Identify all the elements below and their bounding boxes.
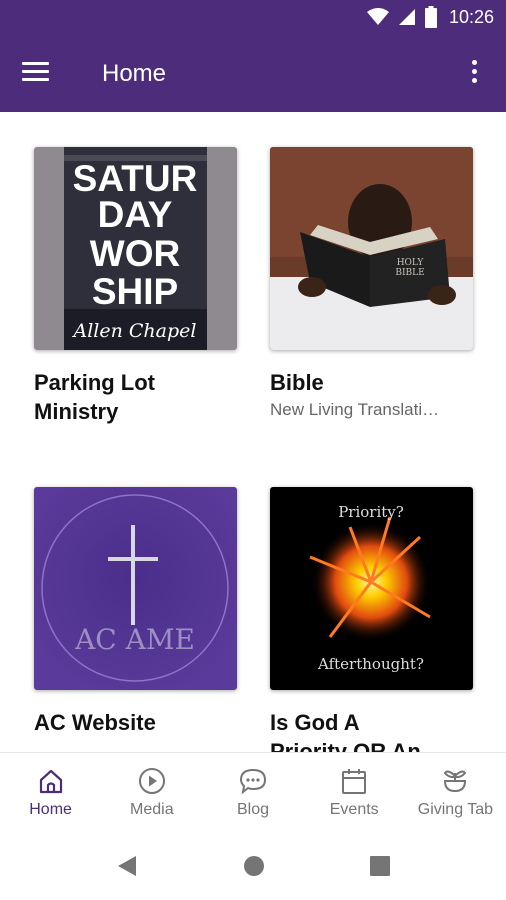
card-title-line: Priority OR An…: [270, 739, 443, 752]
back-icon[interactable]: [116, 854, 138, 878]
recents-icon[interactable]: [369, 854, 391, 878]
cellular-signal-icon: [398, 9, 415, 25]
sprout-icon: [444, 770, 467, 793]
image-bottom-text: Afterthought?: [317, 655, 424, 673]
battery-icon: [424, 6, 437, 28]
card-parking-lot-ministry[interactable]: SATUR DAY WOR SHIP Allen Chapel Parking …: [34, 147, 237, 426]
nav-tab-blog[interactable]: Blog: [202, 753, 303, 832]
status-bar: 10:26: [0, 0, 506, 36]
book-text2: BIBLE: [395, 268, 424, 278]
nav-tab-giving[interactable]: Giving Tab: [405, 753, 506, 832]
card-title: Is God A Priority OR An…: [270, 708, 473, 752]
nav-label: Media: [130, 801, 174, 818]
system-navigation-bar: [0, 832, 506, 900]
card-subtitle: New Living Translati…: [270, 400, 440, 419]
content-grid: SATUR DAY WOR SHIP Allen Chapel Parking …: [0, 112, 506, 752]
card-bible[interactable]: HOLY BIBLE Bible New Living Translati…: [270, 147, 473, 420]
home-circle-icon[interactable]: [243, 854, 265, 878]
calendar-icon: [342, 769, 367, 794]
hamburger-icon: [22, 62, 49, 65]
poster-line2: DAY: [98, 194, 173, 235]
card-is-god-a-priority[interactable]: Priority? Afterthought? Is God A Priorit…: [270, 487, 473, 752]
nav-label: Home: [29, 801, 72, 818]
card-image: SATUR DAY WOR SHIP Allen Chapel: [34, 147, 237, 350]
poster-line1: SATUR: [73, 158, 198, 199]
poster-line4: SHIP: [92, 271, 178, 312]
card-title-line: Ministry: [34, 399, 119, 424]
more-dot: [471, 78, 477, 83]
saturday-worship-image: SATUR DAY WOR SHIP Allen Chapel: [34, 147, 237, 350]
card-title-line: Bible: [270, 370, 324, 395]
book-text1: HOLY: [397, 258, 425, 268]
wifi-icon: [366, 8, 389, 25]
card-title: Parking Lot Ministry: [34, 368, 237, 426]
nav-label: Events: [329, 801, 379, 818]
poster-script: Allen Chapel: [72, 320, 197, 342]
card-title-line: Is God A: [270, 710, 360, 735]
card-title: Bible: [270, 368, 473, 397]
card-image: HOLY BIBLE: [270, 147, 473, 350]
image-top-text: Priority?: [338, 503, 404, 521]
logo-text: AC AME: [74, 623, 195, 656]
more-vert-icon: [471, 60, 477, 65]
card-title-line: Parking Lot: [34, 370, 156, 395]
nav-tab-media[interactable]: Media: [101, 753, 202, 832]
nav-tab-events[interactable]: Events: [304, 753, 405, 832]
bible-reading-image: HOLY BIBLE: [270, 147, 473, 350]
poster-line3: WOR: [90, 233, 180, 274]
menu-button[interactable]: [22, 58, 58, 90]
card-image: AC AME: [34, 487, 237, 690]
priority-afterthought-image: Priority? Afterthought?: [270, 487, 473, 690]
chat-icon: [239, 768, 267, 795]
more-dot: [471, 69, 477, 74]
status-icons: 10:26: [366, 6, 494, 28]
card-image: Priority? Afterthought?: [270, 487, 473, 690]
home-icon: [39, 769, 62, 794]
page-title: Home: [102, 60, 167, 87]
overflow-menu-button[interactable]: [462, 60, 486, 88]
card-ac-website[interactable]: AC AME AC Website: [34, 487, 237, 737]
bottom-navigation: Home Media Blog Events Giving Tab: [0, 752, 506, 832]
nav-tab-home[interactable]: Home: [0, 753, 101, 832]
nav-label: Blog: [236, 801, 270, 818]
hamburger-line: [22, 70, 49, 73]
ac-ame-logo-image: AC AME: [34, 487, 237, 690]
status-time: 10:26: [448, 6, 494, 27]
nav-label: Giving Tab: [417, 801, 494, 818]
play-icon: [138, 768, 165, 794]
app-bar: Home: [0, 36, 506, 112]
card-title-line: AC Website: [34, 710, 156, 735]
hamburger-line: [22, 78, 49, 81]
card-title: AC Website: [34, 708, 237, 737]
